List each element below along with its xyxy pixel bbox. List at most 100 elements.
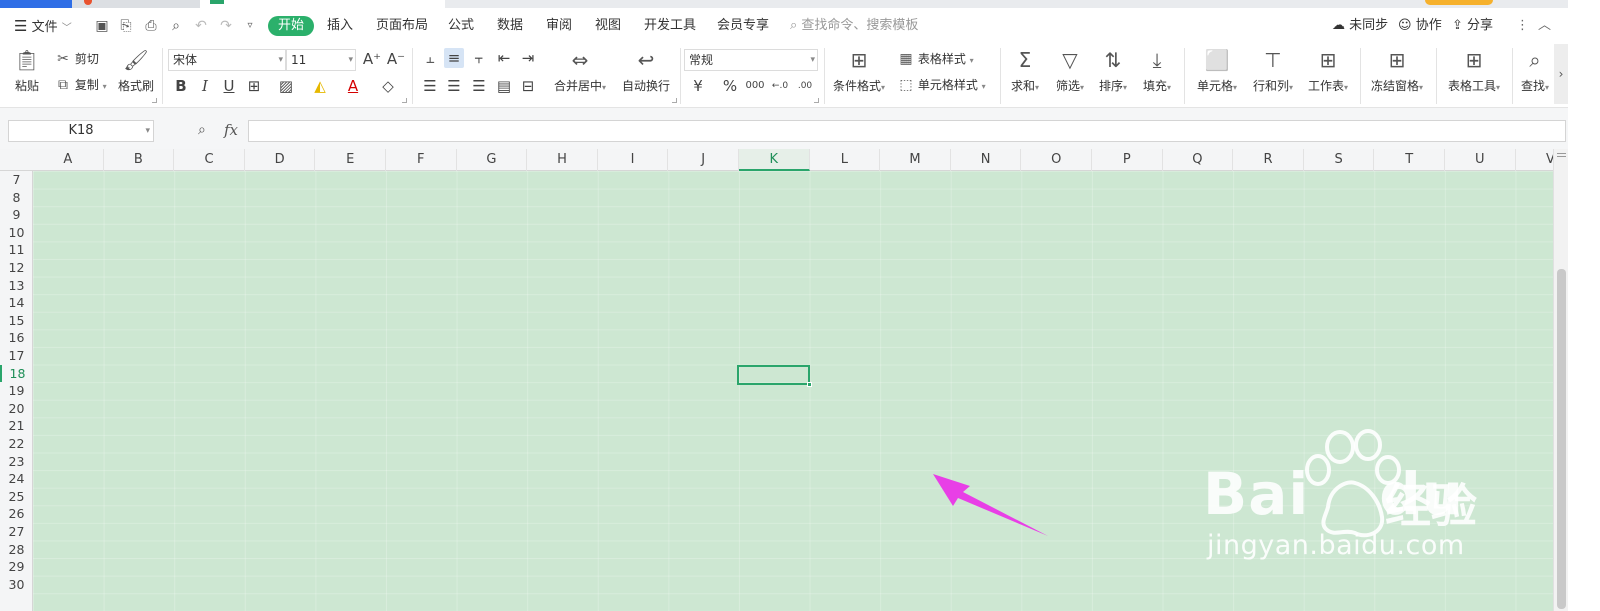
tab-page-layout[interactable]: 页面布局: [376, 16, 428, 36]
column-header[interactable]: J: [668, 149, 739, 171]
font-dialog-launcher[interactable]: [402, 98, 407, 103]
table-tools-button[interactable]: ⊞ 表格工具▾: [1443, 48, 1505, 94]
decrease-font-icon[interactable]: A⁻: [386, 49, 406, 69]
vertical-scrollbar[interactable]: [1553, 149, 1568, 611]
increase-font-icon[interactable]: A⁺: [362, 49, 382, 69]
zoom-formula-icon[interactable]: ⌕: [198, 122, 206, 138]
scrollbar-thumb[interactable]: [1557, 269, 1566, 609]
align-center-icon[interactable]: ☰: [444, 76, 464, 96]
column-header[interactable]: N: [951, 149, 1022, 171]
percent-icon[interactable]: %: [720, 76, 740, 96]
font-name-select[interactable]: 宋体 ▾: [168, 49, 286, 71]
column-header[interactable]: M: [880, 149, 951, 171]
cut-button[interactable]: ✂ 剪切: [55, 49, 99, 69]
file-menu[interactable]: ☰ 文件 ﹀: [14, 16, 72, 36]
wrap-text-button[interactable]: ↩ 自动换行: [618, 48, 674, 94]
row-header[interactable]: 11: [0, 241, 33, 259]
row-header[interactable]: 22: [0, 435, 33, 453]
formula-input[interactable]: [248, 120, 1566, 142]
command-search[interactable]: ⌕ 查找命令、搜索模板: [790, 16, 918, 36]
currency-icon[interactable]: ¥: [688, 76, 708, 96]
column-header[interactable]: H: [527, 149, 598, 171]
increase-indent-icon[interactable]: ⇥: [518, 48, 538, 68]
conditional-format-button[interactable]: ⊞ 条件格式▾: [830, 48, 888, 94]
cell-style-button[interactable]: ⬚ 单元格样式 ▾: [898, 75, 985, 95]
tab-formula[interactable]: 公式: [448, 16, 474, 36]
row-header[interactable]: 17: [0, 347, 33, 365]
number-dialog-launcher[interactable]: [814, 98, 819, 103]
underline-icon[interactable]: U: [219, 76, 239, 96]
save-icon[interactable]: ▣: [94, 18, 110, 34]
fill-button[interactable]: ⤓ 填充▾: [1138, 48, 1176, 94]
tab-review[interactable]: 审阅: [546, 16, 572, 36]
row-header[interactable]: 25: [0, 488, 33, 506]
row-header[interactable]: 21: [0, 417, 33, 435]
collapse-ribbon-icon[interactable]: ︿: [1538, 16, 1551, 36]
tab-data[interactable]: 数据: [497, 16, 523, 36]
row-header[interactable]: 26: [0, 505, 33, 523]
format-painter-button[interactable]: 🖌︎ 格式刷: [116, 48, 156, 94]
sync-status-button[interactable]: ☁ 未同步: [1332, 16, 1388, 36]
row-header[interactable]: 10: [0, 224, 33, 242]
eraser-icon[interactable]: ◇: [378, 76, 398, 96]
column-header[interactable]: C: [174, 149, 245, 171]
share-button[interactable]: ⇪ 分享: [1452, 16, 1493, 36]
print-preview-icon[interactable]: ⌕: [168, 18, 184, 34]
tab-view[interactable]: 视图: [595, 16, 621, 36]
italic-icon[interactable]: I: [195, 76, 215, 96]
more-menu-icon[interactable]: ⋮: [1516, 16, 1529, 36]
cells-button[interactable]: ⬜ 单元格▾: [1192, 48, 1242, 94]
sort-button[interactable]: ⇅ 排序▾: [1094, 48, 1132, 94]
name-box[interactable]: K18 ▾: [8, 120, 154, 142]
row-header[interactable]: 8: [0, 189, 33, 207]
column-header[interactable]: G: [457, 149, 528, 171]
collaborate-button[interactable]: ☺ 协作: [1398, 16, 1442, 36]
font-color-icon[interactable]: A: [343, 76, 363, 96]
worksheet-button[interactable]: ⊞ 工作表▾: [1302, 48, 1354, 94]
print-icon[interactable]: ⎙: [143, 18, 159, 34]
fill-color-icon[interactable]: ◭: [310, 76, 330, 96]
tab-insert[interactable]: 插入: [327, 16, 353, 36]
row-header[interactable]: 30: [0, 576, 33, 594]
font-size-select[interactable]: 11 ▾: [286, 49, 356, 71]
column-header[interactable]: O: [1021, 149, 1092, 171]
row-header[interactable]: 28: [0, 541, 33, 559]
align-top-icon[interactable]: ⫠: [420, 48, 440, 68]
row-header[interactable]: 14: [0, 294, 33, 312]
fill-pattern-icon[interactable]: ▨: [276, 76, 296, 96]
table-style-button[interactable]: ▦ 表格样式 ▾: [898, 49, 973, 69]
export-icon[interactable]: ⎘: [118, 18, 134, 34]
tab-strip-doc[interactable]: [72, 0, 200, 8]
align-right-icon[interactable]: ☰: [469, 76, 489, 96]
justify-icon[interactable]: ▤: [494, 76, 514, 96]
row-header[interactable]: 16: [0, 329, 33, 347]
tab-home[interactable]: 开始: [268, 16, 315, 36]
rows-cols-button[interactable]: ⊤ 行和列▾: [1248, 48, 1298, 94]
align-middle-icon[interactable]: ≡: [444, 48, 464, 68]
column-header[interactable]: T: [1374, 149, 1445, 171]
tab-member[interactable]: 会员专享: [717, 16, 769, 36]
row-header[interactable]: 27: [0, 523, 33, 541]
row-header[interactable]: 29: [0, 558, 33, 576]
column-header[interactable]: D: [245, 149, 316, 171]
paste-button[interactable]: 📋︎ 粘贴: [10, 48, 44, 94]
decrease-decimal-icon[interactable]: .00: [795, 76, 815, 96]
insert-function-button[interactable]: fx: [224, 121, 238, 139]
row-header[interactable]: 9: [0, 206, 33, 224]
thousands-separator-icon[interactable]: 000: [745, 76, 765, 96]
copy-button[interactable]: ⧉ 复制 ▾: [55, 75, 107, 95]
align-left-icon[interactable]: ☰: [420, 76, 440, 96]
undo-icon[interactable]: ↶: [193, 18, 209, 34]
column-header[interactable]: Q: [1163, 149, 1234, 171]
column-header[interactable]: E: [315, 149, 386, 171]
tab-strip-active-doc[interactable]: [200, 0, 445, 8]
row-header[interactable]: 13: [0, 277, 33, 295]
find-button[interactable]: ⌕ 查找▾: [1518, 48, 1552, 94]
column-header[interactable]: B: [104, 149, 175, 171]
column-header[interactable]: L: [810, 149, 881, 171]
column-header[interactable]: U: [1445, 149, 1516, 171]
column-header[interactable]: R: [1233, 149, 1304, 171]
active-cell-k18[interactable]: [737, 365, 812, 387]
member-badge[interactable]: [1425, 0, 1493, 5]
row-header[interactable]: 24: [0, 470, 33, 488]
